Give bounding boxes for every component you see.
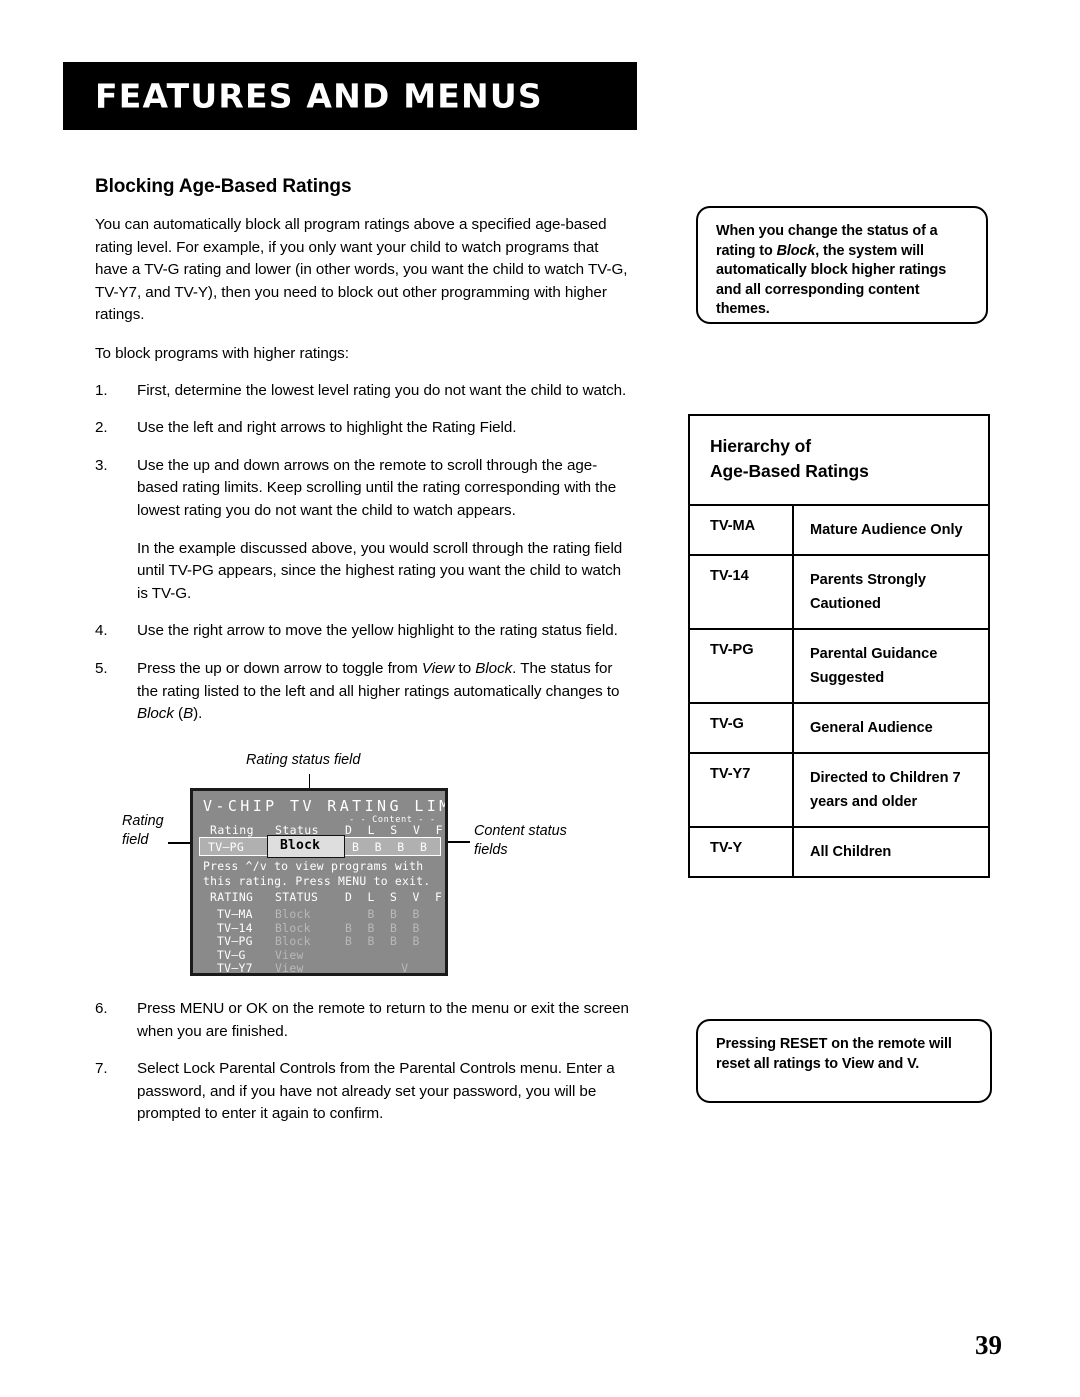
step-item-6: 6. Press MENU or OK on the remote to ret… xyxy=(95,998,635,1043)
osd-row-flags: B B B xyxy=(345,907,424,921)
osd-help-text: Press ^/v to view programs with this rat… xyxy=(203,859,431,888)
step-text: Select Lock Parental Controls from the P… xyxy=(137,1060,615,1123)
hierarchy-table: Hierarchy of Age-Based Ratings TV-MA Matu… xyxy=(688,414,990,878)
osd-title: V-CHIP TV RATING LIMIT xyxy=(203,797,445,815)
steps-list: 1. First, determine the lowest level rat… xyxy=(95,380,635,726)
rating-status-value: Block xyxy=(280,838,321,853)
osd-row-flags: B B B B xyxy=(345,934,424,949)
note-box-reset-text: Pressing RESET on the remote will reset … xyxy=(716,1036,952,1072)
osd-row-rating: TV–14 xyxy=(217,920,253,935)
step-number: 1. xyxy=(95,381,108,399)
tv-osd-screen: V-CHIP TV RATING LIMIT - - Content - - R… xyxy=(190,788,448,976)
bottom-steps-column: 6. Press MENU or OK on the remote to ret… xyxy=(95,998,635,1141)
osd-row-status: View xyxy=(275,975,304,976)
step-text: First, determine the lowest level rating… xyxy=(137,381,627,399)
step-item-1: 1. First, determine the lowest level rat… xyxy=(95,380,635,403)
osd-header-columns: D L S V FV xyxy=(345,823,448,837)
page-title: FEATURES AND MENUS xyxy=(95,76,543,116)
osd-row-rating: TV–Y xyxy=(217,975,246,976)
table-row: TV-Y7 Directed to Children 7 years and o… xyxy=(690,754,988,828)
osd-table-row: TV–MA Block B B B xyxy=(193,907,445,921)
osd-table-row: TV–Y View xyxy=(193,975,445,976)
step-subparagraph: In the example discussed above, you woul… xyxy=(137,539,623,602)
osd-table-header-status: STATUS xyxy=(275,890,319,904)
rating-status-field[interactable]: Block xyxy=(267,835,345,858)
osd-table-row: TV–PG Block B B B B xyxy=(193,934,445,948)
step-text: Use the right arrow to move the yellow h… xyxy=(137,622,618,640)
table-row: TV-G General Audience xyxy=(690,704,988,754)
step-number: 4. xyxy=(95,622,108,640)
tv-screen-figure: Rating status field Rating field Content … xyxy=(122,752,582,992)
callout-content-status-fields: Content status fields xyxy=(474,823,567,858)
step-number: 3. xyxy=(95,456,108,474)
rating-description: Parental Guidance Suggested xyxy=(810,646,938,686)
osd-row-status: View xyxy=(275,961,304,976)
content-status-values: B B B B xyxy=(352,840,432,854)
rating-description: All Children xyxy=(810,844,892,860)
section-title: Blocking Age-Based Ratings xyxy=(95,176,352,197)
step-text: Use the left and right arrows to highlig… xyxy=(137,419,517,437)
rating-code: TV-Y7 xyxy=(690,754,794,826)
osd-header-rating: Rating xyxy=(210,823,254,837)
osd-row-status: Block xyxy=(275,907,311,921)
step-text: Press the up or down arrow to toggle fro… xyxy=(137,659,620,723)
rating-code: TV-PG xyxy=(690,630,794,702)
rating-description: Parents Strongly Cautioned xyxy=(810,572,926,612)
intro-paragraph: You can automatically block all program … xyxy=(95,216,628,324)
callout-rating-field: Rating field xyxy=(122,813,164,848)
note-box-reset: Pressing RESET on the remote will reset … xyxy=(696,1019,992,1103)
table-row: TV-Y All Children xyxy=(690,828,988,876)
step-item-5: 5. Press the up or down arrow to toggle … xyxy=(95,658,635,726)
note-box-block-status-text: When you change the status of a rating t… xyxy=(716,223,947,318)
hierarchy-table-heading: Hierarchy of Age-Based Ratings xyxy=(690,416,988,506)
step-item-4: 4. Use the right arrow to move the yello… xyxy=(95,620,635,643)
osd-row-status: Block xyxy=(275,934,311,949)
osd-table-row: TV–Y7 View V xyxy=(193,961,445,976)
osd-table-header-columns: D L S V FV xyxy=(345,890,448,904)
content-status-fields[interactable]: B B B B xyxy=(345,837,441,856)
step-item-3: 3. Use the up and down arrows on the rem… xyxy=(95,455,635,606)
step-number: 7. xyxy=(95,1060,108,1078)
step-item-7: 7. Select Lock Parental Controls from th… xyxy=(95,1058,635,1126)
table-row: TV-14 Parents Strongly Cautioned xyxy=(690,556,988,630)
osd-row-flags: B B B B xyxy=(345,920,424,935)
step-number: 2. xyxy=(95,419,108,437)
osd-row-flags: V xyxy=(345,961,413,976)
osd-row-rating: TV–G xyxy=(217,947,246,962)
rating-code: TV-G xyxy=(690,704,794,752)
rating-field[interactable]: TV–PG xyxy=(199,837,267,856)
rating-field-value: TV–PG xyxy=(208,840,245,854)
table-row: TV-PG Parental Guidance Suggested xyxy=(690,630,988,704)
osd-row-rating: TV–Y7 xyxy=(217,961,253,976)
osd-row-rating: TV–MA xyxy=(217,907,253,921)
osd-table-header-rating: RATING xyxy=(210,890,254,904)
rating-code: TV-Y xyxy=(690,828,794,876)
step-number: 5. xyxy=(95,659,108,677)
osd-table-row: TV–G View xyxy=(193,948,445,962)
header-banner: FEATURES AND MENUS xyxy=(63,62,637,130)
osd-row-status: View xyxy=(275,947,304,962)
osd-row-rating: TV–PG xyxy=(217,934,253,949)
step-text: Press MENU or OK on the remote to return… xyxy=(137,1000,629,1040)
step-item-2: 2. Use the left and right arrows to high… xyxy=(95,417,635,440)
main-content-column: Blocking Age-Based Ratings You can autom… xyxy=(95,176,635,741)
step-text: Use the up and down arrows on the remote… xyxy=(137,456,617,519)
page-number: 39 xyxy=(975,1330,1002,1360)
step-number: 6. xyxy=(95,1000,108,1017)
lead-in-text: To block programs with higher ratings: xyxy=(95,344,349,362)
osd-selected-row: TV–PG Block B B B B xyxy=(199,835,441,858)
osd-table-row: TV–14 Block B B B B xyxy=(193,921,445,935)
note-box-block-status: When you change the status of a rating t… xyxy=(696,206,988,324)
rating-description: General Audience xyxy=(810,720,933,736)
rating-description: Mature Audience Only xyxy=(810,522,963,538)
callout-rating-status-field: Rating status field xyxy=(246,752,361,768)
rating-description: Directed to Children 7 years and older xyxy=(810,770,961,810)
steps-list-continued: 6. Press MENU or OK on the remote to ret… xyxy=(95,998,635,1126)
rating-code: TV-MA xyxy=(690,506,794,554)
osd-row-status: Block xyxy=(275,920,311,935)
rating-code: TV-14 xyxy=(690,556,794,628)
table-row: TV-MA Mature Audience Only xyxy=(690,506,988,556)
